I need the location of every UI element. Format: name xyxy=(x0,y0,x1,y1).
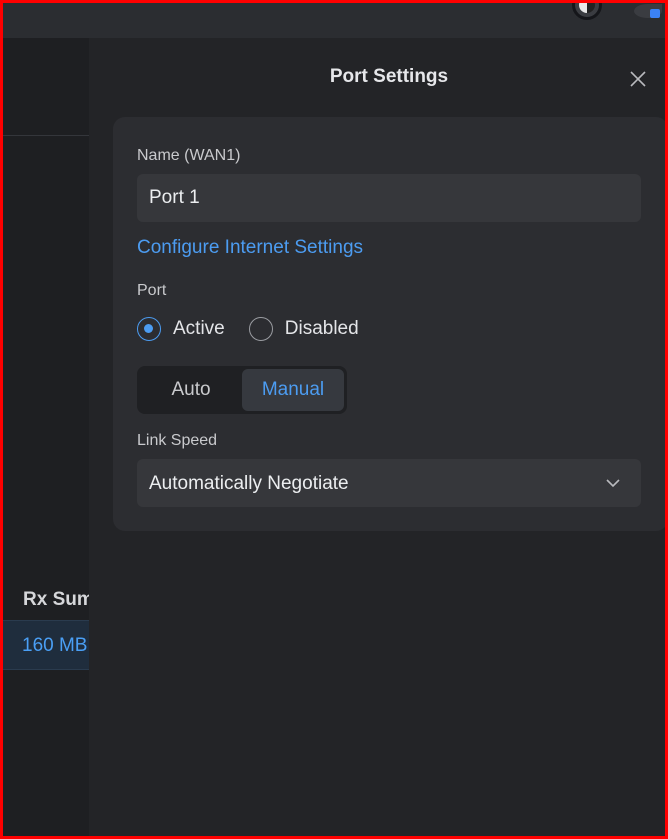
name-label: Name (WAN1) xyxy=(137,147,241,164)
theme-toggle-icon[interactable] xyxy=(572,0,602,20)
link-speed-value: Automatically Negotiate xyxy=(149,473,349,494)
name-input[interactable] xyxy=(137,174,641,222)
port-settings-drawer: Port Settings Name (WAN1) Configure Inte… xyxy=(89,38,668,839)
column-header-rx-sum[interactable]: Rx Sum xyxy=(23,589,94,611)
link-speed-label: Link Speed xyxy=(137,432,218,449)
drawer-title: Port Settings xyxy=(329,66,449,87)
header-divider xyxy=(3,135,89,136)
port-settings-card: Name (WAN1) Configure Internet Settings … xyxy=(113,117,668,531)
port-disabled-radio[interactable] xyxy=(248,317,273,341)
mode-segmented-control: Auto Manual xyxy=(137,366,347,414)
port-disabled-label[interactable]: Disabled xyxy=(285,318,359,340)
table-row[interactable]: 160 MB xyxy=(3,620,89,670)
link-speed-select[interactable]: Automatically Negotiate xyxy=(137,459,641,507)
mode-manual-button[interactable]: Manual xyxy=(242,369,344,411)
user-avatar-icon[interactable] xyxy=(634,4,662,18)
configure-internet-settings-link[interactable]: Configure Internet Settings xyxy=(137,237,363,259)
mode-auto-button[interactable]: Auto xyxy=(140,369,242,411)
port-status-radio-group: Active Disabled xyxy=(137,317,383,341)
rx-sum-value: 160 MB xyxy=(22,635,88,656)
close-icon[interactable] xyxy=(627,68,649,90)
port-active-label[interactable]: Active xyxy=(173,318,225,340)
port-label: Port xyxy=(137,282,167,299)
chevron-down-icon xyxy=(606,479,620,488)
top-bar xyxy=(0,0,668,38)
port-active-radio[interactable] xyxy=(137,317,161,341)
background-table-panel: Rx Sum 160 MB xyxy=(3,38,94,836)
